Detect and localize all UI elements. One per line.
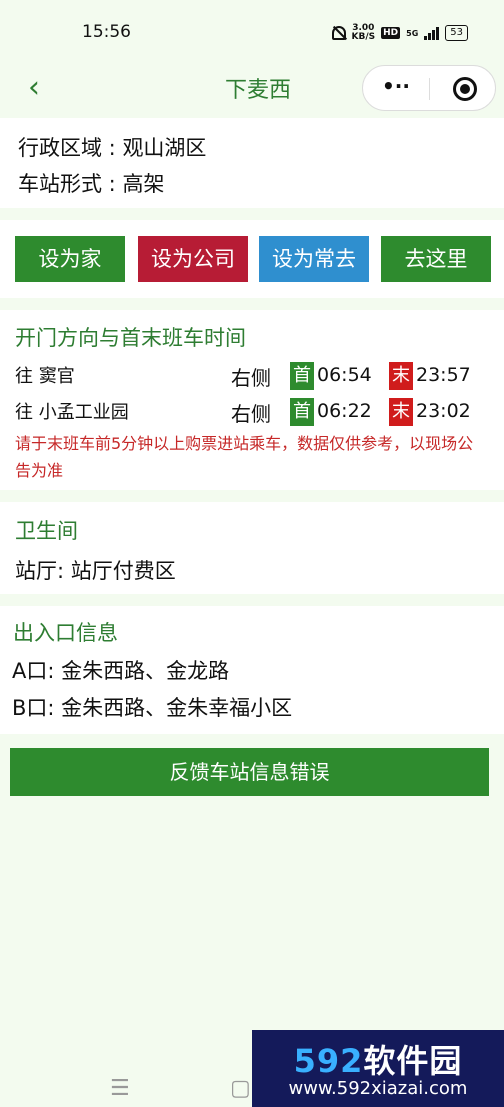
exit-name: A口:	[12, 659, 62, 683]
feedback-button[interactable]: 反馈车站信息错误	[10, 748, 489, 796]
status-bar: 15:56 3.00 KB/S HD 5G 53	[0, 0, 504, 60]
district-line: 行政区域 : 观山湖区	[18, 132, 206, 162]
toilet-title: 卫生间	[15, 519, 78, 543]
door-side: 右侧	[231, 402, 271, 426]
status-time: 15:56	[82, 22, 131, 42]
network-speed: 3.00 KB/S	[352, 24, 376, 42]
set-frequent-button[interactable]: 设为常去	[259, 236, 369, 282]
station-info-card: 行政区域 : 观山湖区 车站形式 : 高架	[0, 118, 504, 208]
district-value: 观山湖区	[122, 136, 207, 160]
mini-program-capsule: •··	[362, 65, 496, 111]
toilet-value: 站厅付费区	[70, 559, 176, 583]
watermark-logo-number: 592	[293, 1042, 364, 1080]
direction-row: 往 窦官 右侧 首 06:54 末 23:57	[15, 358, 495, 392]
district-label: 行政区域 :	[18, 136, 123, 160]
home-icon[interactable]: ▢	[230, 1076, 251, 1101]
capsule-divider	[429, 78, 430, 100]
timetable-notice: 请于末班车前5分钟以上购票进站乘车，数据仅供参考，以现场公告为准	[15, 434, 474, 480]
hd-badge: HD	[381, 27, 401, 39]
network-type: 5G	[406, 28, 419, 38]
exit-roads: 金朱西路、金龙路	[61, 659, 230, 683]
battery-icon: 53	[445, 25, 468, 41]
last-train-badge: 末	[389, 398, 413, 426]
more-dots-icon[interactable]: •··	[363, 74, 429, 98]
exit-name: B口:	[12, 696, 62, 720]
direction-destination: 往 小孟工业园	[15, 402, 129, 423]
exit-item: A口: 金朱西路、金龙路	[12, 655, 229, 685]
first-train-badge: 首	[290, 398, 314, 426]
first-train-time: 06:54	[317, 364, 372, 386]
set-home-button[interactable]: 设为家	[15, 236, 125, 282]
first-train-badge: 首	[290, 362, 314, 390]
mute-bell-icon	[331, 26, 346, 40]
first-train-time: 06:22	[317, 400, 372, 422]
last-train-time: 23:02	[416, 400, 471, 422]
toilet-location: 站厅: 站厅付费区	[15, 555, 176, 585]
directions-title: 开门方向与首末班车时间	[15, 326, 246, 350]
speed-unit: KB/S	[351, 32, 376, 42]
watermark-logo-text: 软件园	[363, 1042, 463, 1080]
station-form-label: 车站形式 :	[18, 172, 123, 196]
watermark-logo: 592软件园	[252, 1036, 504, 1082]
go-here-button[interactable]: 去这里	[381, 236, 491, 282]
station-form-line: 车站形式 : 高架	[18, 168, 164, 198]
set-company-button[interactable]: 设为公司	[138, 236, 248, 282]
target-icon[interactable]	[453, 77, 477, 101]
status-icons: 3.00 KB/S HD 5G 53	[331, 24, 468, 42]
exit-roads: 金朱西路、金朱幸福小区	[61, 696, 293, 720]
signal-icon	[424, 26, 440, 40]
toilet-label: 站厅:	[15, 559, 71, 583]
exits-title: 出入口信息	[13, 621, 118, 645]
menu-icon[interactable]: ☰	[110, 1076, 130, 1101]
direction-destination: 往 窦官	[15, 366, 75, 387]
watermark-url: www.592xiazai.com	[288, 1078, 468, 1099]
station-form-value: 高架	[122, 172, 165, 196]
nav-bar: ‹ 下麦西 •··	[0, 60, 504, 116]
direction-row: 往 小孟工业园 右侧 首 06:22 末 23:02	[15, 394, 495, 428]
last-train-badge: 末	[389, 362, 413, 390]
watermark: 592软件园 www.592xiazai.com	[252, 1030, 504, 1107]
last-train-time: 23:57	[416, 364, 471, 386]
exit-item: B口: 金朱西路、金朱幸福小区	[12, 692, 292, 722]
door-side: 右侧	[231, 366, 271, 390]
